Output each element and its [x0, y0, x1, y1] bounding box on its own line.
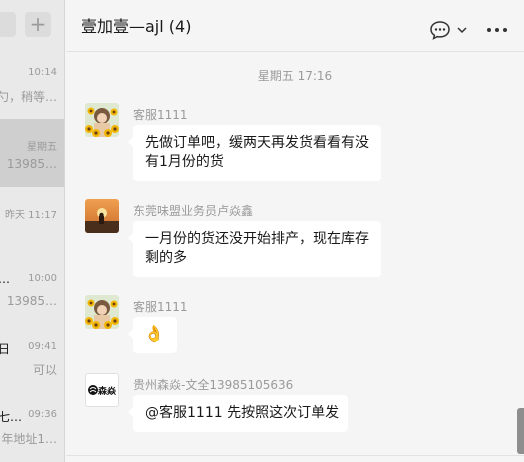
- conversation-time: 星期五: [27, 142, 57, 153]
- message-bubble[interactable]: @客服1111 先按照这次订单发: [128, 395, 348, 432]
- sunset-avatar[interactable]: [85, 199, 119, 233]
- conversation-preview: 勺，稍等…: [0, 90, 57, 104]
- sunflower-avatar[interactable]: [85, 295, 119, 329]
- conversation-preview: 13985…: [6, 294, 57, 308]
- date-divider: 星期五 17:16: [257, 69, 333, 83]
- message-text-line: 一月份的货还没开始排产，现在库存: [145, 231, 369, 247]
- chat-title: 壹加壹—ajl (4): [81, 17, 192, 36]
- logo-avatar[interactable]: 森焱: [85, 373, 119, 407]
- more-options-button[interactable]: [486, 20, 508, 40]
- window-controls: [366, 0, 524, 4]
- search-input[interactable]: [0, 12, 16, 37]
- conversation-item[interactable]: 10:00 … 13985…: [0, 264, 64, 332]
- conversation-name: 七…: [0, 410, 23, 424]
- more-icon: [487, 28, 507, 32]
- ok-hand-emoji: 👌: [144, 324, 164, 343]
- sender-name: 贵州森焱-文全13985105636: [133, 378, 294, 392]
- message-bubble[interactable]: 👌: [128, 317, 177, 353]
- conversation-name: …: [0, 272, 10, 286]
- sender-name: 客服1111: [133, 300, 188, 314]
- sender-name: 东莞味盟业务员卢焱鑫: [133, 204, 254, 218]
- conversation-preview: 13985…: [6, 157, 57, 171]
- conversation-item[interactable]: 09:36 七… 年地址1…: [0, 400, 64, 462]
- conversation-time: 10:14: [28, 67, 57, 78]
- conversation-name: 日: [0, 340, 10, 357]
- chat-header: 壹加壹—ajl (4): [66, 0, 524, 52]
- message-list: 星期五 17:16 客服1111 先做订单吧，缓两天再发货看看有没 有1月份的货: [66, 53, 524, 455]
- chat-bubble-icon: [430, 21, 450, 40]
- conversation-item[interactable]: 10:14 勺，稍等…: [0, 58, 64, 126]
- avatar-text: 森焱: [98, 387, 117, 397]
- chevron-down-icon: [457, 27, 467, 34]
- conversation-time: 昨天 11:17: [5, 210, 57, 221]
- conversation-preview: 年地址1…: [1, 432, 57, 446]
- conversation-item[interactable]: 09:41 日 可以: [0, 332, 64, 400]
- brand-logo-icon: [88, 385, 98, 395]
- message-bubble[interactable]: 先做订单吧，缓两天再发货看看有没 有1月份的货: [128, 125, 381, 181]
- message-text-line: 有1月份的货: [145, 154, 224, 170]
- conversation-preview: 可以: [32, 363, 57, 377]
- message-text-line: @客服1111 先按照这次订单发: [145, 405, 340, 421]
- message-text-line: 剩的多: [145, 250, 187, 266]
- add-button[interactable]: +: [25, 12, 51, 37]
- sender-name: 客服1111: [133, 108, 188, 122]
- conversation-item[interactable]: 昨天 11:17: [0, 196, 64, 264]
- conversation-time: 10:00: [28, 273, 57, 284]
- message-input-area[interactable]: [66, 456, 524, 462]
- chat-info-button[interactable]: [430, 19, 470, 41]
- sunflower-avatar[interactable]: [85, 103, 119, 137]
- conversation-time: 09:41: [28, 341, 57, 352]
- conversation-item-active[interactable]: 星期五 13985…: [0, 119, 64, 187]
- message-text-line: 先做订单吧，缓两天再发货看看有没: [145, 135, 369, 151]
- conversation-time: 09:36: [28, 409, 57, 420]
- conversation-list: + 10:14 勺，稍等… 星期五 13985… 昨天 11:17 10:00 …: [0, 0, 65, 462]
- message-bubble[interactable]: 一月份的货还没开始排产，现在库存 剩的多: [128, 221, 381, 277]
- scrollbar[interactable]: [517, 408, 524, 454]
